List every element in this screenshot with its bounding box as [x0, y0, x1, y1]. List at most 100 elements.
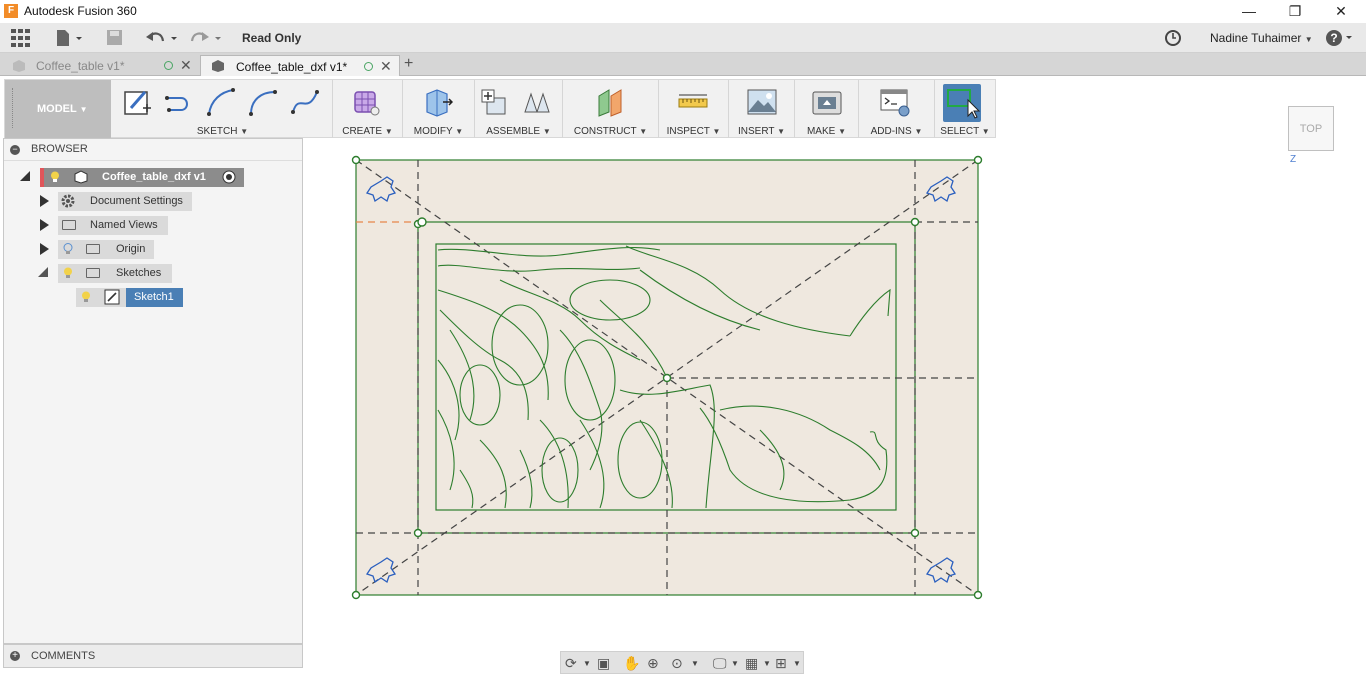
insert-image-icon[interactable] [746, 86, 778, 118]
collapse-arrow-icon[interactable] [38, 267, 48, 277]
minimize-button[interactable]: — [1226, 0, 1272, 23]
look-at-icon[interactable]: ▣ [597, 655, 610, 672]
expand-arrow-icon[interactable] [20, 171, 30, 181]
display-settings-icon[interactable]: 🖵 [713, 655, 727, 672]
assemble-menu[interactable]: ASSEMBLE ▼ [475, 126, 562, 137]
expand-arrow-icon[interactable] [40, 219, 49, 231]
chevron-down-icon: ▼ [1304, 35, 1313, 44]
expand-panel-icon[interactable]: + [10, 651, 20, 661]
select-menu[interactable]: SELECT ▼ [935, 126, 995, 137]
saved-status-icon [364, 62, 373, 71]
chevron-down-icon[interactable]: ▼ [583, 659, 591, 668]
assemble-group: ASSEMBLE ▼ [475, 80, 563, 138]
ribbon-toolbar: MODEL ▼ SKETCH ▼ CREATE ▼ MODIFY ▼ ASSEM… [4, 79, 996, 138]
scripts-addins-icon[interactable] [879, 86, 911, 118]
root-node-label: Coffee_table_dxf v1 [102, 171, 206, 183]
collapse-panel-icon[interactable]: − [10, 145, 20, 155]
tab-coffee-table[interactable]: Coffee_table v1* ✕ [6, 55, 196, 76]
chevron-down-icon[interactable]: ▼ [691, 659, 699, 668]
component-icon [74, 170, 88, 184]
app-grid-icon[interactable] [11, 29, 31, 47]
browser-item-origin[interactable]: Origin [4, 238, 302, 260]
create-menu[interactable]: CREATE ▼ [333, 126, 402, 137]
browser-item-named-views[interactable]: Named Views [4, 214, 302, 236]
orbit-icon[interactable]: ⟳ [565, 655, 577, 672]
tab-coffee-table-dxf[interactable]: Coffee_table_dxf v1* ✕ [200, 55, 400, 76]
3d-print-icon[interactable] [811, 86, 843, 118]
tab-label: Coffee_table_dxf v1* [236, 60, 348, 74]
add-ins-menu[interactable]: ADD-INS ▼ [859, 126, 934, 137]
new-component-icon[interactable] [479, 86, 511, 118]
job-status-clock-icon[interactable] [1164, 29, 1182, 47]
create-form-icon[interactable] [351, 86, 383, 118]
chevron-down-icon[interactable]: ▼ [763, 659, 771, 668]
undo-icon[interactable] [146, 29, 180, 47]
new-tab-button[interactable]: + [404, 55, 413, 73]
comments-title: COMMENTS [31, 650, 96, 662]
construct-group: CONSTRUCT ▼ [563, 80, 659, 138]
view-cube[interactable]: TOP [1288, 106, 1334, 151]
workspace-switcher[interactable]: MODEL ▼ [5, 80, 111, 138]
comments-panel[interactable]: + COMMENTS [3, 644, 303, 668]
line-icon[interactable] [163, 86, 195, 118]
grip-handle [12, 88, 14, 128]
expand-arrow-icon[interactable] [40, 195, 49, 207]
browser-panel: − BROWSER Coffee_table_dxf v1 Document S… [3, 138, 303, 644]
grid-settings-icon[interactable]: ▦ [745, 655, 758, 672]
construct-menu[interactable]: CONSTRUCT ▼ [563, 126, 658, 137]
browser-root-node[interactable]: Coffee_table_dxf v1 [4, 166, 302, 188]
component-icon [13, 60, 25, 72]
visibility-bulb-icon[interactable] [63, 267, 73, 279]
select-button[interactable] [943, 84, 981, 122]
create-sketch-icon[interactable] [121, 86, 153, 118]
title-bar: F Autodesk Fusion 360 — ❐ ✕ [0, 0, 1366, 23]
saved-status-icon [164, 61, 173, 70]
visibility-bulb-icon[interactable] [50, 171, 60, 183]
visibility-bulb-off-icon[interactable] [63, 243, 73, 255]
save-icon[interactable] [106, 29, 124, 47]
insert-menu[interactable]: INSERT ▼ [729, 126, 794, 137]
zoom-icon[interactable]: ⊕ [647, 655, 659, 672]
joint-icon[interactable] [521, 86, 553, 118]
browser-title: BROWSER [31, 143, 88, 155]
select-cursor-icon [947, 89, 981, 119]
press-pull-icon[interactable] [421, 86, 453, 118]
arc-icon[interactable] [247, 86, 279, 118]
file-menu-icon[interactable] [56, 29, 84, 47]
restore-button[interactable]: ❐ [1272, 0, 1318, 23]
chevron-down-icon[interactable]: ▼ [731, 659, 739, 668]
user-account-menu[interactable]: Nadine Tuhaimer ▼ [1210, 31, 1313, 45]
select-group: SELECT ▼ [935, 80, 995, 138]
spline-icon[interactable] [289, 86, 321, 118]
viewports-icon[interactable]: ⊞ [775, 655, 787, 672]
document-tab-bar: Coffee_table v1* ✕ Coffee_table_dxf v1* … [0, 53, 1366, 76]
help-menu[interactable]: ? [1325, 28, 1355, 51]
expand-arrow-icon[interactable] [40, 243, 49, 255]
pan-hand-icon[interactable]: ✋ [623, 655, 640, 672]
tab-label: Coffee_table v1* [36, 59, 125, 73]
sketch-menu[interactable]: SKETCH ▼ [113, 126, 332, 137]
node-label: Document Settings [90, 195, 183, 207]
activate-radio-icon[interactable] [222, 170, 236, 184]
close-tab-icon[interactable]: ✕ [180, 57, 192, 74]
visibility-bulb-icon[interactable] [81, 291, 91, 303]
rectangle-arc-icon[interactable] [205, 86, 237, 118]
browser-item-document-settings[interactable]: Document Settings [4, 190, 302, 212]
redo-icon[interactable] [190, 29, 224, 47]
make-menu[interactable]: MAKE ▼ [795, 126, 858, 137]
browser-item-sketches[interactable]: Sketches [4, 262, 302, 284]
make-group: MAKE ▼ [795, 80, 859, 138]
design-canvas[interactable]: Y X Z [303, 138, 1366, 677]
component-icon [212, 60, 224, 72]
browser-header[interactable]: − BROWSER [4, 139, 302, 161]
modify-menu[interactable]: MODIFY ▼ [403, 126, 474, 137]
measure-icon[interactable] [677, 86, 709, 118]
close-window-button[interactable]: ✕ [1318, 0, 1364, 23]
browser-item-sketch1[interactable]: Sketch1 [4, 286, 302, 308]
quick-access-bar: Read Only Nadine Tuhaimer ▼ ? [0, 23, 1366, 53]
offset-plane-icon[interactable] [595, 86, 627, 118]
chevron-down-icon[interactable]: ▼ [793, 659, 801, 668]
close-tab-icon[interactable]: ✕ [380, 58, 392, 75]
fit-zoom-icon[interactable]: ⊙ [671, 655, 683, 672]
inspect-menu[interactable]: INSPECT ▼ [659, 126, 728, 137]
